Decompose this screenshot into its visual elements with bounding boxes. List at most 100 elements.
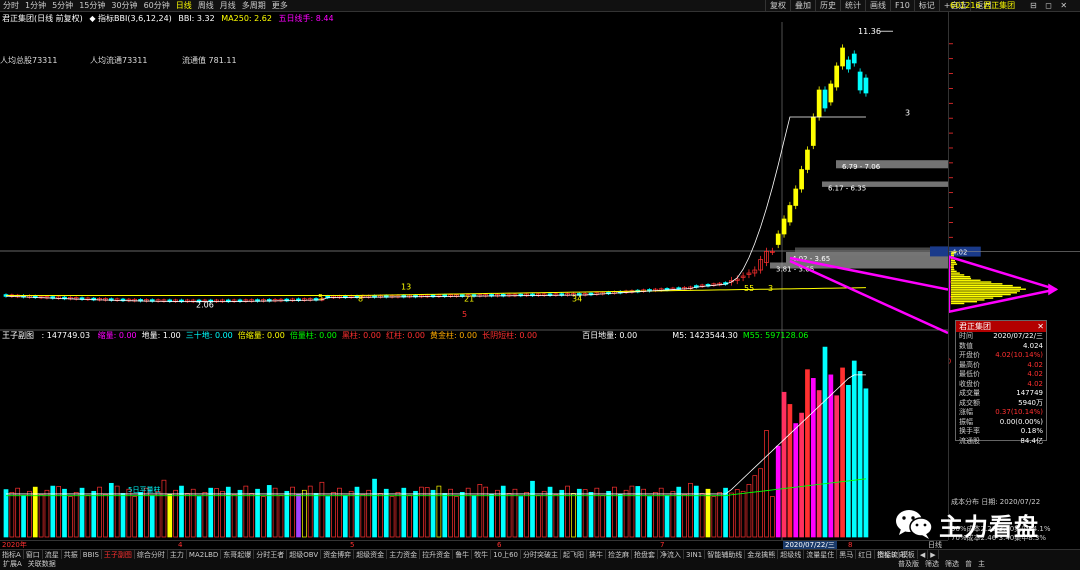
period-tab-2[interactable]: 5分钟 [49,0,76,12]
indicator-tab-5[interactable]: 王子副图 [102,550,135,559]
indicator-tab-18[interactable]: 10上60 [491,550,522,559]
indicator-tab-15[interactable]: 拉升资金 [420,550,454,559]
indicator-tab-10[interactable]: 分时王者 [254,550,288,559]
info-row-key: 收盘价 [959,379,980,388]
volume-bar [108,482,114,538]
candle-body [775,233,781,245]
volume-bar [699,493,705,538]
indicator-tab-22[interactable]: 捡芝麻 [606,550,633,559]
period-tab-9[interactable]: 多周期 [239,0,269,12]
candle-body [799,169,804,190]
indicator-tab-20[interactable]: 起飞阳 [561,550,588,559]
period-tab-10[interactable]: 更多 [269,0,291,12]
indicator-tab-2[interactable]: 流星 [43,550,62,559]
volume-bar [682,494,687,538]
volume-m5-line [6,374,866,495]
volume-bar [149,495,155,538]
volume-bar [9,492,15,538]
volume-bar [237,489,243,538]
indicator-tab-9[interactable]: 东哥起爆 [221,550,255,559]
volume-bar [553,494,559,538]
indicator-tab-7[interactable]: 主力 [168,550,187,559]
period-tab-4[interactable]: 30分钟 [108,0,140,12]
period-tab-8[interactable]: 月线 [217,0,239,12]
bbi-line [5,116,866,302]
extension-tab-right-2[interactable]: 筛选 [942,559,962,570]
indicator-tab-11[interactable]: 超级OBV [287,550,322,559]
kline-chart[interactable]: 5日平量柱 6.79 - 7.066.17 - 6.354.02 - 3.653… [0,12,948,540]
indicator-tab-26[interactable]: 智能辅助线 [705,550,746,559]
indicator-tab-1[interactable]: 窗口 [24,550,43,559]
volume-bar [354,486,360,538]
period-tab-1[interactable]: 1分钟 [22,0,49,12]
info-row: 收盘价 4.02 [956,380,1046,390]
extension-tab-right-0[interactable]: 普及版 [895,559,922,570]
high-price-label: 11.36 [858,27,881,36]
toolbar-button-4[interactable]: 画线 [865,0,890,12]
count-label-21: 21 [464,295,474,304]
indicator-tab-24[interactable]: 净流入 [658,550,685,559]
indicator-tab-4[interactable]: BBIS [81,550,102,559]
info-row-key: 成交额 [959,398,980,407]
toolbar-button-2[interactable]: 历史 [815,0,840,12]
cost-distribution-bar [950,299,985,301]
toolbar-button-3[interactable]: 统计 [840,0,865,12]
cost-distribution-bar [950,265,954,267]
extension-tab-1[interactable]: 关联数据 [25,559,59,570]
period-tab-3[interactable]: 15分钟 [76,0,108,12]
indicator-tab-14[interactable]: 主力资金 [387,550,421,559]
indicator-tab-16[interactable]: 鲁牛 [453,550,473,559]
indicator-tab-19[interactable]: 分时突破主 [521,550,562,559]
indicator-tab-6[interactable]: 综合分时 [135,550,168,559]
sub-indicator-name[interactable]: 王子副图 [2,331,34,340]
indicator-tab-8[interactable]: MA2LBD [187,550,222,559]
toolbar-button-5[interactable]: F10 [890,0,914,12]
extension-tab-right-3[interactable]: 曾 [962,559,975,570]
extension-tab-right-4[interactable]: 主 [975,559,988,570]
indicator-tab-25[interactable]: 3IN1 [684,550,706,559]
cost-distribution-bar [950,252,954,255]
indicator-tab-28[interactable]: 超级线 [778,550,805,559]
candle-body [816,89,822,118]
indicator-tab-21[interactable]: 擒牛 [587,550,607,559]
toolbar-button-6[interactable]: 标记 [913,0,939,12]
indicator-tab-31[interactable]: 红日 [856,550,876,559]
volume-bar [805,369,810,538]
volume-bar [454,496,459,538]
period-tab-6[interactable]: 日线 [173,0,195,12]
close-icon[interactable]: ✕ [1037,321,1044,332]
indicator-tab-27[interactable]: 金龙擒熊 [745,550,779,559]
volume-bar [676,486,682,538]
toolbar-button-0[interactable]: 复权 [765,0,790,12]
indicator-tab-3[interactable]: 共振 [62,550,81,559]
volume-bar [372,478,377,538]
extension-tab-0[interactable]: 扩展A [0,559,25,570]
candle-body [840,47,845,67]
period-tab-5[interactable]: 60分钟 [141,0,173,12]
volume-bar [652,492,658,538]
indicator-tab-30[interactable]: 黑马 [837,550,857,559]
extension-tab-right-1[interactable]: 筛选 [922,559,942,570]
indicator-tab-29[interactable]: 流量星住 [804,550,838,559]
window-controls[interactable]: ⊟ ◻ ✕ [1030,0,1070,12]
period-tab-0[interactable]: 分时 [0,0,22,12]
volume-bar [775,445,781,538]
info-row: 涨幅 0.37(10.14%) [956,408,1046,418]
volume-bar [781,391,787,538]
indicator-tab-17[interactable]: 牧牛 [472,550,492,559]
period-tab-7[interactable]: 周线 [195,0,217,12]
volume-bar [647,496,652,538]
indicator-tab-0[interactable]: 指标A [0,550,24,559]
candle-body [834,65,840,88]
data-info-popup[interactable]: 君正集团 ✕ 时间 2020/07/22/三 数值 4.024 开盘价 4.02(10.1… [955,320,1047,445]
volume-bar [325,496,331,538]
indicator-tab-23[interactable]: 抢盘套 [632,550,659,559]
toolbar-button-1[interactable]: 叠加 [790,0,815,12]
sub-indicator-line: 王子副图 : 147749.03 缩量: 0.00 地量: 1.00 三十地: 0.… [2,330,818,341]
volume-bar [202,492,208,538]
indicator-tab-12[interactable]: 资金博弈 [321,550,355,559]
indicator-tab-13[interactable]: 超级资金 [354,550,388,559]
volume-bar [383,488,389,538]
volume-bar [3,489,9,538]
volume-bar [459,492,465,538]
